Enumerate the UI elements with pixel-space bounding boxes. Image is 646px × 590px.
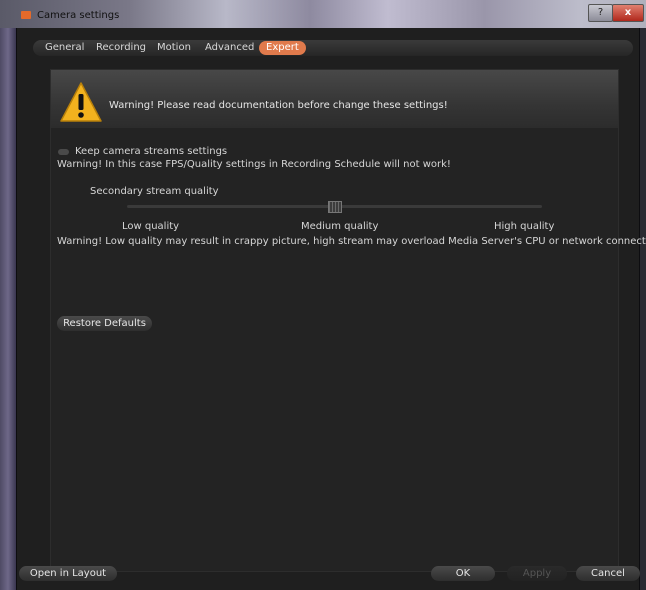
- close-button[interactable]: x: [612, 4, 644, 22]
- high-quality-label: High quality: [494, 221, 555, 232]
- restore-defaults-button[interactable]: Restore Defaults: [57, 316, 152, 331]
- tab-expert[interactable]: Expert: [259, 41, 306, 55]
- tab-recording[interactable]: Recording: [96, 41, 146, 55]
- medium-quality-label: Medium quality: [301, 221, 379, 232]
- secondary-quality-label: Secondary stream quality: [90, 186, 219, 197]
- window-right-border: [640, 28, 646, 590]
- warning-icon: [60, 82, 102, 122]
- window-title: Camera settings: [37, 10, 120, 21]
- documentation-warning: Warning! Please read documentation befor…: [109, 100, 448, 111]
- quality-warning: Warning! Low quality may result in crapp…: [57, 236, 646, 247]
- title-bar[interactable]: Camera settings ? x: [0, 0, 646, 28]
- keep-streams-checkbox[interactable]: [58, 149, 69, 155]
- cancel-button[interactable]: Cancel: [576, 566, 640, 581]
- warning-banner: Warning! Please read documentation befor…: [51, 70, 618, 128]
- tab-motion[interactable]: Motion: [157, 41, 191, 55]
- tab-advanced[interactable]: Advanced: [205, 41, 254, 55]
- low-quality-label: Low quality: [122, 221, 180, 232]
- tab-general[interactable]: General: [45, 41, 84, 55]
- apply-button[interactable]: Apply: [507, 566, 567, 581]
- open-in-layout-button[interactable]: Open in Layout: [19, 566, 117, 581]
- keep-streams-label[interactable]: Keep camera streams settings: [75, 146, 227, 157]
- tab-bar: General Recording Motion Advanced Expert: [33, 40, 633, 56]
- app-icon: [21, 11, 31, 19]
- help-button[interactable]: ?: [588, 4, 613, 22]
- expert-settings-panel: Warning! Please read documentation befor…: [50, 69, 646, 572]
- keep-streams-warning: Warning! In this case FPS/Quality settin…: [57, 159, 451, 170]
- ok-button[interactable]: OK: [431, 566, 495, 581]
- window-left-border: [0, 28, 16, 590]
- dialog-body: General Recording Motion Advanced Expert…: [17, 28, 646, 590]
- quality-slider-handle[interactable]: [327, 201, 342, 213]
